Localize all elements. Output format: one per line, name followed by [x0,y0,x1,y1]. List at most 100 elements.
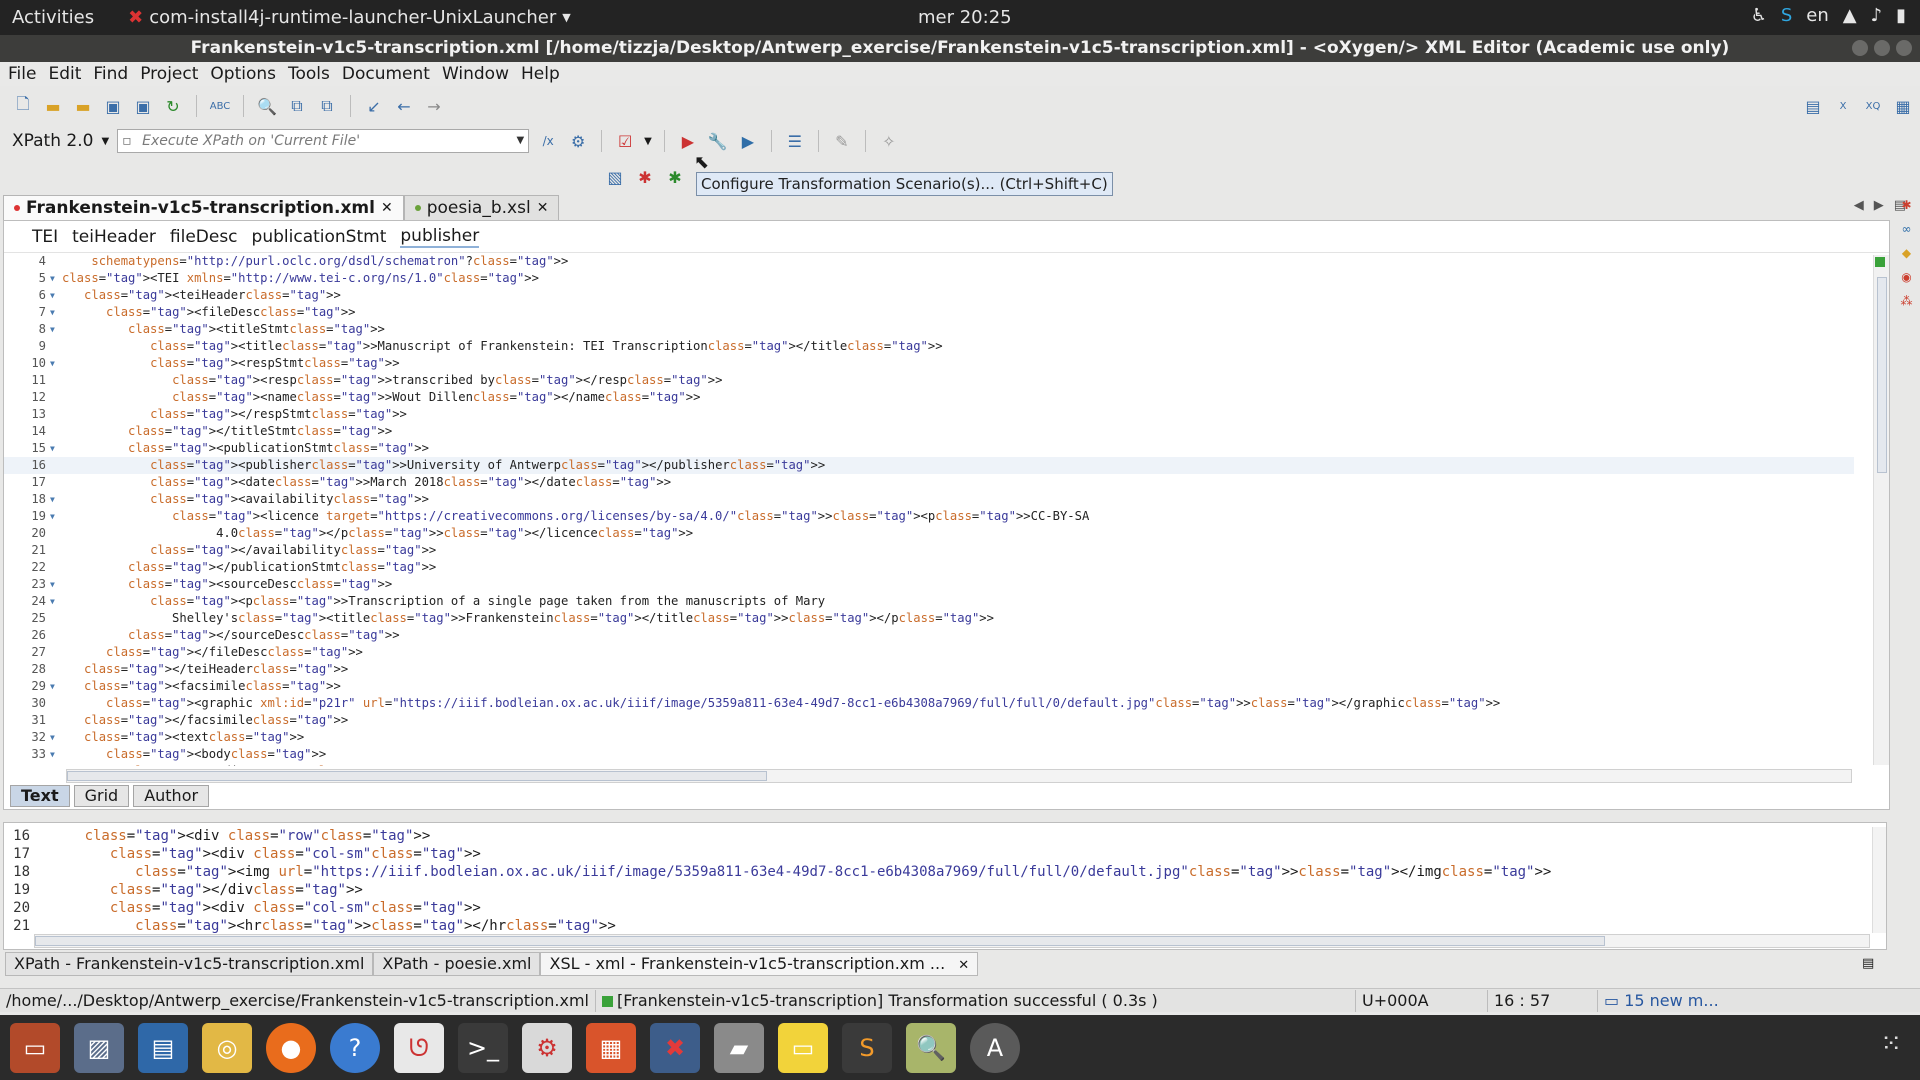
code-line[interactable]: 4 schematypens="http://purl.oclc.org/dsd… [4,253,1854,270]
status-news[interactable]: ▭ 15 new m... [1598,990,1725,1012]
fold-toggle-icon[interactable]: ▼ [50,355,62,372]
menu-window[interactable]: Window [442,64,509,84]
output-line[interactable]: 18 class="tag"><img url="https://iiif.bo… [4,863,1864,881]
code-line[interactable]: 17 class="tag"><dateclass="tag">>March 2… [4,474,1854,491]
fold-toggle-icon[interactable]: ▼ [50,576,62,593]
code-line[interactable]: 22 class="tag"></publicationStmtclass="t… [4,559,1854,576]
output-code-area[interactable]: 16 class="tag"><div class="row"class="ta… [4,827,1864,933]
fold-toggle-icon[interactable]: ▼ [50,593,62,610]
pin-green-icon[interactable]: ✱ [664,166,686,188]
volume-icon[interactable]: ♪ [1871,5,1883,26]
gear-icon[interactable]: ⚙ [567,130,589,152]
mode-text[interactable]: Text [10,785,70,807]
mode-author[interactable]: Author [133,785,210,807]
skype-icon[interactable]: S [1781,5,1792,26]
bookmark-icon[interactable]: ◉ [1901,270,1911,284]
last-edit-icon[interactable]: ↙ [363,95,385,117]
rhythmbox-icon[interactable]: ◎ [202,1022,252,1073]
output-line[interactable]: 19 class="tag"></divclass="tag">> [4,881,1864,899]
code-line[interactable]: 16 class="tag"><publisherclass="tag">>Un… [4,457,1854,474]
fold-toggle-icon[interactable]: ▼ [50,287,62,304]
breadcrumb-item[interactable]: fileDesc [170,227,238,247]
code-line[interactable]: 29 ▼ class="tag"><facsimileclass="tag">> [4,678,1854,695]
mode-grid[interactable]: Grid [73,785,130,807]
link-icon[interactable]: ∞ [1902,222,1912,236]
show-applications-icon[interactable]: ⁙ [1880,1029,1902,1059]
accessibility-icon[interactable]: ♿ [1751,5,1767,26]
menu-help[interactable]: Help [521,64,560,84]
open-file-icon[interactable]: ▬ [42,95,64,117]
code-line[interactable]: 28 class="tag"></teiHeaderclass="tag">> [4,661,1854,678]
output-tab-xpath-frankenstein[interactable]: XPath - Frankenstein-v1c5-transcription.… [5,952,374,976]
code-line[interactable]: 5 ▼ class="tag"><TEI xmlns="http://www.tei… [4,270,1854,287]
debug-scenario-icon[interactable]: ▶ [737,130,759,152]
menu-options[interactable]: Options [210,64,276,84]
tree-icon[interactable]: ⁂ [1901,294,1913,308]
reload-icon[interactable]: ↻ [162,95,184,117]
activities-button[interactable]: Activities [12,7,94,28]
oxygen-icon[interactable]: ✖ [650,1022,700,1073]
code-line[interactable]: 23 ▼ class="tag"><sourceDescclass="tag">> [4,576,1854,593]
close-icon[interactable]: ✕ [537,200,549,216]
help-icon[interactable]: ? [330,1022,380,1073]
minimize-button[interactable] [1852,40,1868,56]
chevron-down-icon[interactable]: ▼ [101,136,109,147]
edit-comment-icon[interactable]: ✎ [831,130,853,152]
menu-find[interactable]: Find [93,64,128,84]
battery-icon[interactable]: ▮ [1896,5,1906,26]
back-icon[interactable]: ← [393,95,415,117]
evince-icon[interactable]: ᘎ [394,1022,444,1073]
spellcheck-icon[interactable]: ABC [209,95,231,117]
code-line[interactable]: 11 class="tag"><respclass="tag">>transcr… [4,372,1854,389]
find-in-files-icon[interactable]: ⧉ [286,95,308,117]
tab-poesia-xsl[interactable]: poesia_b.xsl ✕ [403,195,560,220]
fold-toggle-icon[interactable]: ▼ [50,321,62,338]
configure-scenario-icon[interactable]: 🔧 [707,130,729,152]
menu-file[interactable]: File [8,64,36,84]
xquery-debugger-icon[interactable]: XQ [1862,95,1884,117]
scanner-icon[interactable]: ▰ [714,1022,764,1073]
close-icon[interactable]: ✕ [958,958,969,973]
presentation-icon[interactable]: ▦ [586,1022,636,1073]
close-icon[interactable]: ✕ [381,200,393,216]
forward-icon[interactable]: → [423,95,445,117]
image-viewer-icon[interactable]: ▨ [74,1022,124,1073]
save-all-icon[interactable]: ▣ [132,95,154,117]
fold-toggle-icon[interactable]: ▼ [50,440,62,457]
format-indent-icon[interactable]: ☰ [784,130,806,152]
clock[interactable]: mer 20:25 [918,7,1012,28]
chevron-right-icon[interactable]: ▶ [1874,198,1884,213]
code-line[interactable]: 14 class="tag"></titleStmtclass="tag">> [4,423,1854,440]
fold-toggle-icon[interactable]: ▼ [50,763,62,766]
code-line[interactable]: 6 ▼ class="tag"><teiHeaderclass="tag">> [4,287,1854,304]
new-file-icon[interactable]: 🗋 [12,94,34,117]
code-line[interactable]: 27 class="tag"></fileDescclass="tag">> [4,644,1854,661]
menu-project[interactable]: Project [140,64,198,84]
code-line[interactable]: 15 ▼ class="tag"><publicationStmtclass="t… [4,440,1854,457]
code-area[interactable]: 4 schematypens="http://purl.oclc.org/dsd… [4,253,1854,766]
code-line[interactable]: 7 ▼ class="tag"><fileDescclass="tag">> [4,304,1854,321]
chevron-down-icon[interactable]: ▼ [644,136,652,147]
database-perspective-icon[interactable]: ▦ [1892,95,1914,117]
language-indicator[interactable]: en [1806,5,1828,26]
code-line[interactable]: 8 ▼ class="tag"><titleStmtclass="tag">> [4,321,1854,338]
code-line[interactable]: 19 ▼ class="tag"><licence target="https:/… [4,508,1854,525]
breadcrumb-item[interactable]: publicationStmt [252,227,387,247]
transform-icon[interactable]: ✱ [1901,198,1911,212]
firefox-icon[interactable]: ● [266,1022,316,1073]
code-line[interactable]: 33 ▼ class="tag"><bodyclass="tag">> [4,746,1854,763]
code-line[interactable]: 10 ▼ class="tag"><respStmtclass="tag">> [4,355,1854,372]
output-tab-xpath-poesie[interactable]: XPath - poesie.xml [373,952,541,976]
app-menu[interactable]: ✖ com-install4j-runtime-launcher-UnixLau… [128,7,571,28]
save-icon[interactable]: ▣ [102,95,124,117]
document-icon[interactable]: ▧ [604,166,626,188]
output-panel[interactable]: 16 class="tag"><div class="row"class="ta… [3,822,1887,950]
scrollbar-thumb[interactable] [1877,277,1887,473]
fold-toggle-icon[interactable]: ▼ [50,491,62,508]
fold-toggle-icon[interactable]: ▼ [50,270,62,287]
output-line[interactable]: 20 class="tag"><div class="col-sm"class=… [4,899,1864,917]
find-icon[interactable]: 🔍 [256,95,278,117]
horizontal-scrollbar[interactable] [66,769,1852,783]
scrollbar-thumb[interactable] [67,771,767,781]
xpath-version-select[interactable]: XPath 2.0 [12,131,93,151]
